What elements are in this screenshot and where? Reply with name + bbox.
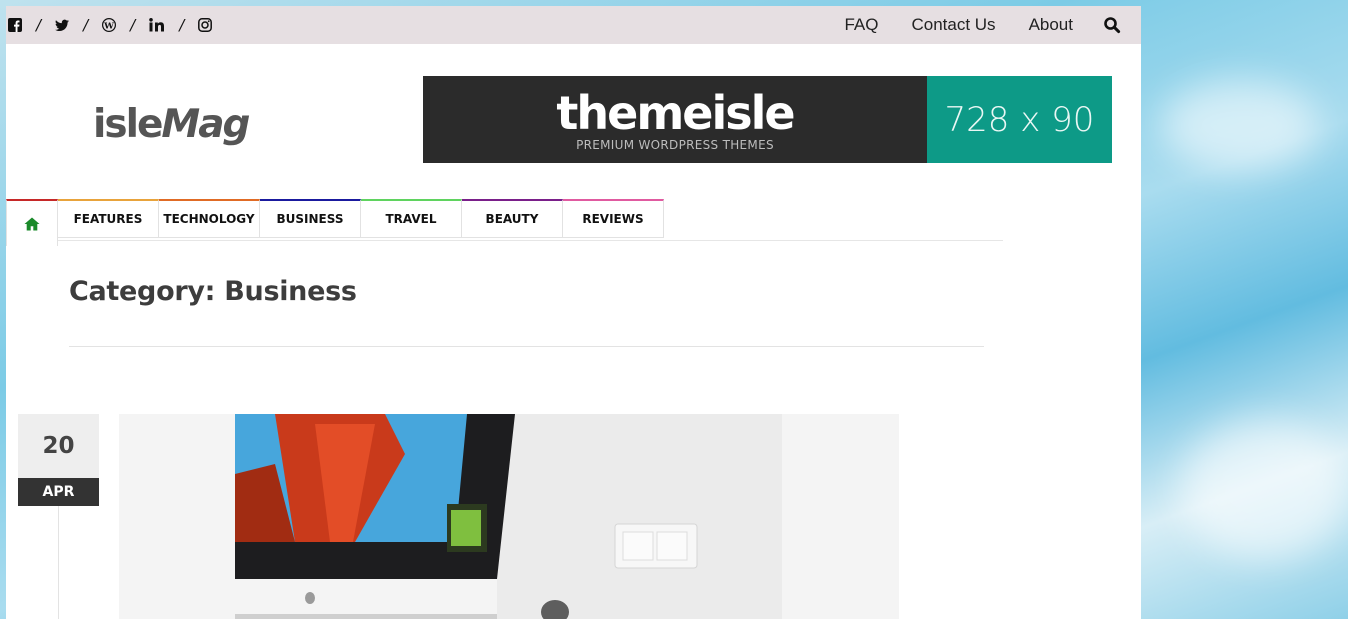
nav-item-travel[interactable]: TRAVEL <box>361 199 462 238</box>
nav-home[interactable] <box>6 199 58 246</box>
nav-item-features[interactable]: FEATURES <box>58 199 159 238</box>
twitter-icon[interactable] <box>55 18 70 32</box>
nav-item-business[interactable]: BUSINESS <box>260 199 361 238</box>
nav-divider <box>58 240 1003 241</box>
nav-item-label: FEATURES <box>73 212 143 226</box>
site-logo[interactable]: isleMag <box>93 102 250 147</box>
social-links: / / W / / <box>8 16 213 34</box>
nav-item-label: BUSINESS <box>276 212 344 226</box>
nav-item-label: REVIEWS <box>582 212 644 226</box>
nav-item-beauty[interactable]: BEAUTY <box>462 199 563 238</box>
faq-link[interactable]: FAQ <box>844 15 878 35</box>
search-icon[interactable] <box>1103 16 1121 34</box>
background-cloud <box>1180 420 1348 560</box>
post-thumbnail[interactable] <box>235 414 782 619</box>
social-separator: / <box>83 16 89 34</box>
banner-brand: themeisle <box>556 85 795 140</box>
title-divider <box>69 346 984 347</box>
linkedin-icon[interactable] <box>149 18 165 32</box>
timeline-line <box>58 506 59 619</box>
banner-size-panel: 728 x 90 <box>927 76 1112 163</box>
banner-brand-panel: themeisle PREMIUM WORDPRESS THEMES <box>423 76 927 163</box>
post-date-day: 20 <box>18 414 99 478</box>
background-cloud <box>1160 80 1320 170</box>
nav-item-label: TRAVEL <box>385 212 437 226</box>
nav-item-technology[interactable]: TECHNOLOGY <box>159 199 260 238</box>
page: / / W / / FAQ Contact Us About isleMag t… <box>6 6 1141 619</box>
nav-item-label: BEAUTY <box>485 212 539 226</box>
logo-text-isle: isle <box>93 102 163 147</box>
instagram-icon[interactable] <box>198 18 213 32</box>
home-icon <box>24 217 40 230</box>
banner-tagline: PREMIUM WORDPRESS THEMES <box>576 137 774 152</box>
social-separator: / <box>130 16 136 34</box>
svg-text:W: W <box>103 21 114 31</box>
social-separator: / <box>36 16 42 34</box>
wordpress-icon[interactable]: W <box>102 18 117 32</box>
logo-text-mag: Mag <box>161 102 250 147</box>
nav-item-label: TECHNOLOGY <box>163 212 255 226</box>
contact-us-link[interactable]: Contact Us <box>911 15 995 35</box>
post-date-month: APR <box>18 478 99 506</box>
featured-image <box>235 414 782 619</box>
social-separator: / <box>179 16 185 34</box>
top-links: FAQ Contact Us About <box>811 15 1121 35</box>
post-thumbnail-frame[interactable] <box>119 414 899 619</box>
page-title: Category: Business <box>69 276 357 307</box>
banner-size: 728 x 90 <box>944 99 1095 140</box>
about-link[interactable]: About <box>1029 15 1073 35</box>
nav-item-reviews[interactable]: REVIEWS <box>563 199 664 238</box>
top-bar: / / W / / FAQ Contact Us About <box>6 6 1141 44</box>
main-nav: FEATURES TECHNOLOGY BUSINESS TRAVEL BEAU… <box>6 199 664 246</box>
facebook-icon[interactable] <box>8 18 22 32</box>
ad-banner[interactable]: themeisle PREMIUM WORDPRESS THEMES 728 x… <box>423 76 1112 163</box>
